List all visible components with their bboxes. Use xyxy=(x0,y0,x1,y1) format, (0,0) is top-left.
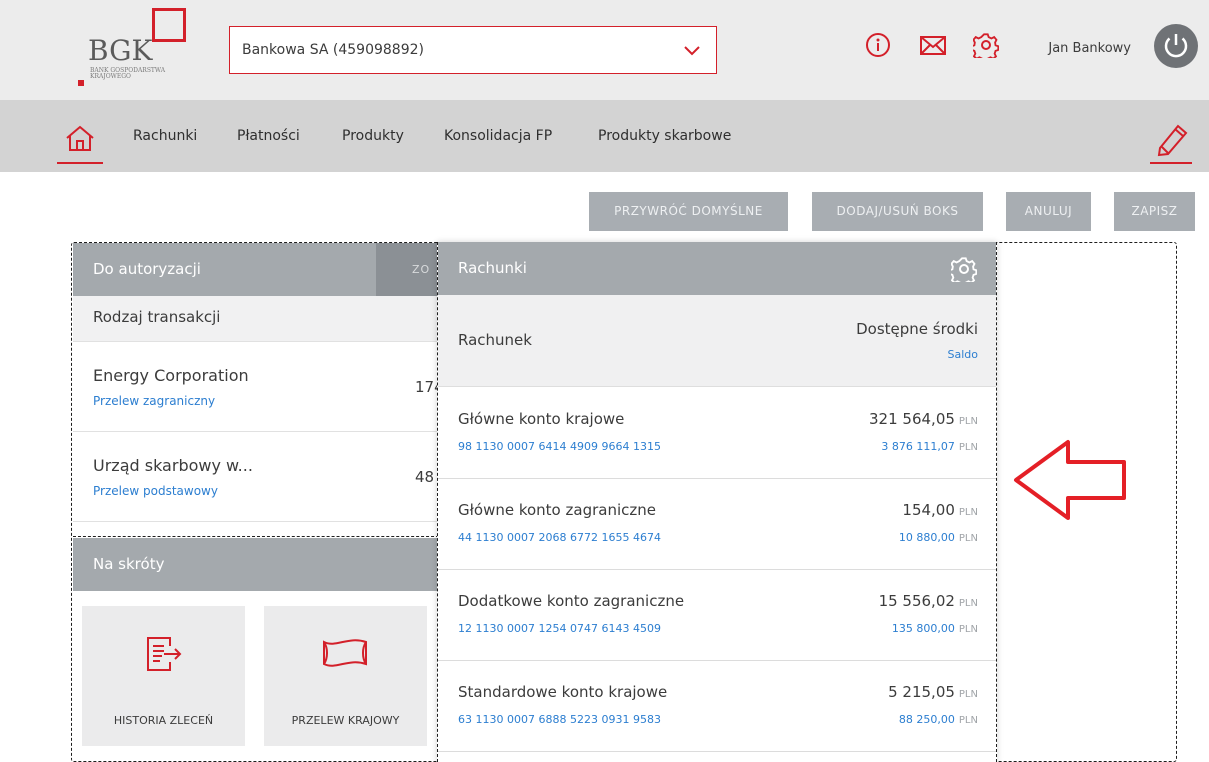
add-remove-box-button[interactable]: DODAJ/USUŃ BOKS xyxy=(812,192,983,231)
save-button[interactable]: ZAPISZ xyxy=(1114,192,1195,231)
accounts-box: Rachunki Rachunek Dostępne środki Saldo … xyxy=(437,242,997,762)
currency: PLN xyxy=(958,598,978,609)
annotation-arrow-icon xyxy=(1014,440,1126,520)
available-funds-column-label: Dostępne środki xyxy=(856,320,978,338)
account-name: Dodatkowe konto zagraniczne xyxy=(458,592,685,610)
nav-item-platnosci[interactable]: Płatności xyxy=(237,128,300,144)
available-value: 321 564,05 xyxy=(869,410,955,428)
transaction-amount: 48 xyxy=(415,468,435,486)
authorization-box: Do autoryzacji ZO Rodzaj transakcji Ener… xyxy=(73,243,444,522)
logo-text: BGK xyxy=(88,34,153,67)
cancel-button[interactable]: ANULUJ xyxy=(1006,192,1091,231)
shortcuts-title: Na skróty xyxy=(93,555,165,573)
logo-subtitle: BANK GOSPODARSTWA KRAJOWEGO xyxy=(90,67,166,80)
shortcut-label: PRZELEW KRAJOWY xyxy=(291,714,400,727)
pencil-icon[interactable] xyxy=(1150,118,1194,158)
balance-amount: 88 250,00 PLN xyxy=(899,713,978,726)
authorization-tab-label: ZO xyxy=(412,263,431,276)
mail-icon[interactable] xyxy=(919,32,947,58)
home-icon[interactable] xyxy=(55,122,105,156)
available-value: 5 215,05 xyxy=(888,683,955,701)
account-number[interactable]: 98 1130 0007 6414 4909 9664 1315 xyxy=(458,440,661,453)
account-row[interactable]: Dodatkowe konto zagraniczne 12 1130 0007… xyxy=(438,570,996,661)
gear-icon[interactable] xyxy=(973,32,999,58)
document-arrow-icon xyxy=(147,637,182,671)
available-value: 154,00 xyxy=(902,501,955,519)
authorization-title: Do autoryzacji xyxy=(93,260,201,278)
account-number[interactable]: 12 1130 0007 1254 0747 6143 4509 xyxy=(458,622,661,635)
restore-defaults-button[interactable]: PRZYWRÓĆ DOMYŚLNE xyxy=(589,192,788,231)
shortcut-order-history[interactable]: HISTORIA ZLECEŃ xyxy=(82,606,245,746)
currency: PLN xyxy=(958,689,978,700)
main-nav: Rachunki Płatności Produkty Konsolidacja… xyxy=(0,100,1209,172)
authorization-header: Do autoryzacji ZO xyxy=(73,243,439,296)
authorization-subheader: Rodzaj transakcji xyxy=(73,296,439,342)
company-select-value: Bankowa SA (459098892) xyxy=(242,42,424,58)
account-number[interactable]: 63 1130 0007 6888 5223 0931 9583 xyxy=(458,713,661,726)
currency: PLN xyxy=(958,416,978,427)
nav-item-produkty-skarbowe[interactable]: Produkty skarbowe xyxy=(598,128,731,144)
top-bar: BGK BANK GOSPODARSTWA KRAJOWEGO Bankowa … xyxy=(0,0,1209,100)
authorization-row[interactable]: Urząd skarbowy w... Przelew podstawowy 4… xyxy=(73,432,439,522)
account-number[interactable]: 44 1130 0007 2068 6772 1655 4674 xyxy=(458,531,661,544)
info-icon[interactable] xyxy=(865,32,891,58)
currency: PLN xyxy=(958,533,978,544)
account-row[interactable]: Standardowe konto krajowe 63 1130 0007 6… xyxy=(438,661,996,752)
company-select[interactable]: Bankowa SA (459098892) xyxy=(229,26,717,74)
authorization-tab[interactable]: ZO xyxy=(376,243,439,296)
account-name: Główne konto zagraniczne xyxy=(458,501,656,519)
currency: PLN xyxy=(958,624,978,635)
available-amount: 321 564,05 PLN xyxy=(869,410,978,428)
available-amount: 5 215,05 PLN xyxy=(888,683,978,701)
balance-amount: 3 876 111,07 PLN xyxy=(881,440,978,453)
edit-active-indicator xyxy=(1150,162,1192,164)
balance-value: 135 800,00 xyxy=(891,622,955,635)
accounts-title: Rachunki xyxy=(458,259,527,277)
balance-column-link[interactable]: Saldo xyxy=(948,348,979,361)
home-active-indicator xyxy=(57,162,103,164)
balance-value: 88 250,00 xyxy=(898,713,955,726)
box-divider xyxy=(73,536,439,537)
logout-button[interactable] xyxy=(1154,24,1198,68)
transaction-type[interactable]: Przelew zagraniczny xyxy=(93,394,215,408)
transaction-name: Urząd skarbowy w... xyxy=(93,456,253,475)
banknote-icon xyxy=(323,639,367,667)
balance-amount: 10 880,00 PLN xyxy=(899,531,978,544)
gear-icon[interactable] xyxy=(951,256,977,282)
currency: PLN xyxy=(958,442,978,453)
account-row[interactable]: Główne konto zagraniczne 44 1130 0007 20… xyxy=(438,479,996,570)
logo-square xyxy=(152,8,186,42)
shortcuts-header: Na skróty xyxy=(73,538,439,591)
balance-amount: 135 800,00 PLN xyxy=(892,622,978,635)
user-name[interactable]: Jan Bankowy xyxy=(1048,41,1131,56)
shortcut-label: HISTORIA ZLECEŃ xyxy=(113,714,214,727)
accounts-header: Rachunki xyxy=(438,242,996,295)
available-value: 15 556,02 xyxy=(878,592,955,610)
logo-dot xyxy=(78,80,84,86)
chevron-down-icon xyxy=(684,46,700,56)
account-name: Standardowe konto krajowe xyxy=(458,683,668,701)
currency: PLN xyxy=(958,507,978,518)
available-amount: 154,00 PLN xyxy=(902,501,978,519)
account-name: Główne konto krajowe xyxy=(458,410,625,428)
nav-item-rachunki[interactable]: Rachunki xyxy=(133,128,197,144)
power-icon xyxy=(1164,34,1188,58)
transaction-type-header: Rodzaj transakcji xyxy=(93,308,221,326)
balance-value: 3 876 111,07 xyxy=(881,440,955,453)
authorization-row[interactable]: Energy Corporation Przelew zagraniczny 1… xyxy=(73,342,444,432)
currency: PLN xyxy=(958,715,978,726)
nav-item-produkty[interactable]: Produkty xyxy=(342,128,404,144)
accounts-column-header: Rachunek Dostępne środki Saldo xyxy=(438,295,996,387)
account-column-label: Rachunek xyxy=(458,331,532,349)
balance-value: 10 880,00 xyxy=(898,531,955,544)
account-row[interactable]: Główne konto krajowe 98 1130 0007 6414 4… xyxy=(438,388,996,479)
available-amount: 15 556,02 PLN xyxy=(879,592,978,610)
shortcut-domestic-transfer[interactable]: PRZELEW KRAJOWY xyxy=(264,606,427,746)
transaction-name: Energy Corporation xyxy=(93,366,249,385)
bgk-logo[interactable]: BGK BANK GOSPODARSTWA KRAJOWEGO xyxy=(78,8,188,90)
nav-item-konsolidacja[interactable]: Konsolidacja FP xyxy=(444,128,552,144)
transaction-type[interactable]: Przelew podstawowy xyxy=(93,484,218,498)
